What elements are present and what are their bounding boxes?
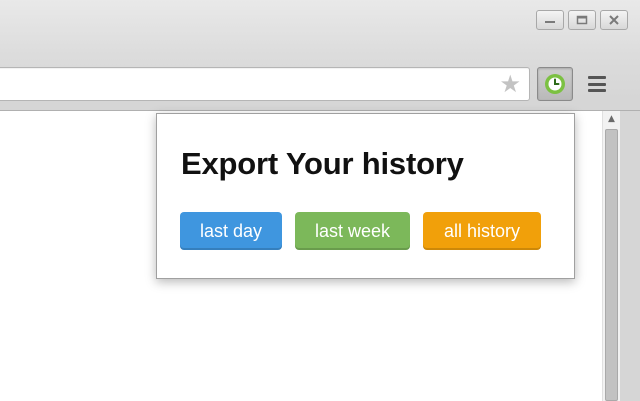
clock-icon (545, 74, 565, 94)
minimize-button[interactable] (536, 10, 564, 30)
minimize-icon (545, 21, 555, 23)
close-icon (609, 15, 619, 25)
browser-window: ★ ▲ Export Your history last day last we… (0, 0, 640, 401)
history-export-extension-button[interactable] (537, 67, 573, 101)
close-button[interactable] (600, 10, 628, 30)
browser-toolbar: ★ (0, 60, 640, 110)
window-controls (536, 10, 628, 30)
scrollbar-thumb[interactable] (605, 129, 618, 401)
all-history-button[interactable]: all history (423, 212, 541, 250)
menu-line (588, 76, 606, 79)
last-week-button[interactable]: last week (295, 212, 410, 250)
menu-line (588, 89, 606, 92)
maximize-icon (576, 15, 588, 25)
maximize-button[interactable] (568, 10, 596, 30)
vertical-scrollbar[interactable]: ▲ (602, 111, 620, 401)
scroll-up-arrow-icon[interactable]: ▲ (603, 111, 620, 127)
last-day-button[interactable]: last day (180, 212, 282, 250)
extension-popup: Export Your history last day last week a… (156, 113, 575, 279)
window-right-edge (620, 111, 640, 401)
hamburger-menu-icon[interactable] (586, 73, 608, 95)
star-icon[interactable]: ★ (499, 72, 521, 96)
menu-line (588, 82, 606, 86)
address-bar[interactable]: ★ (0, 67, 530, 101)
popup-title: Export Your history (181, 146, 464, 181)
